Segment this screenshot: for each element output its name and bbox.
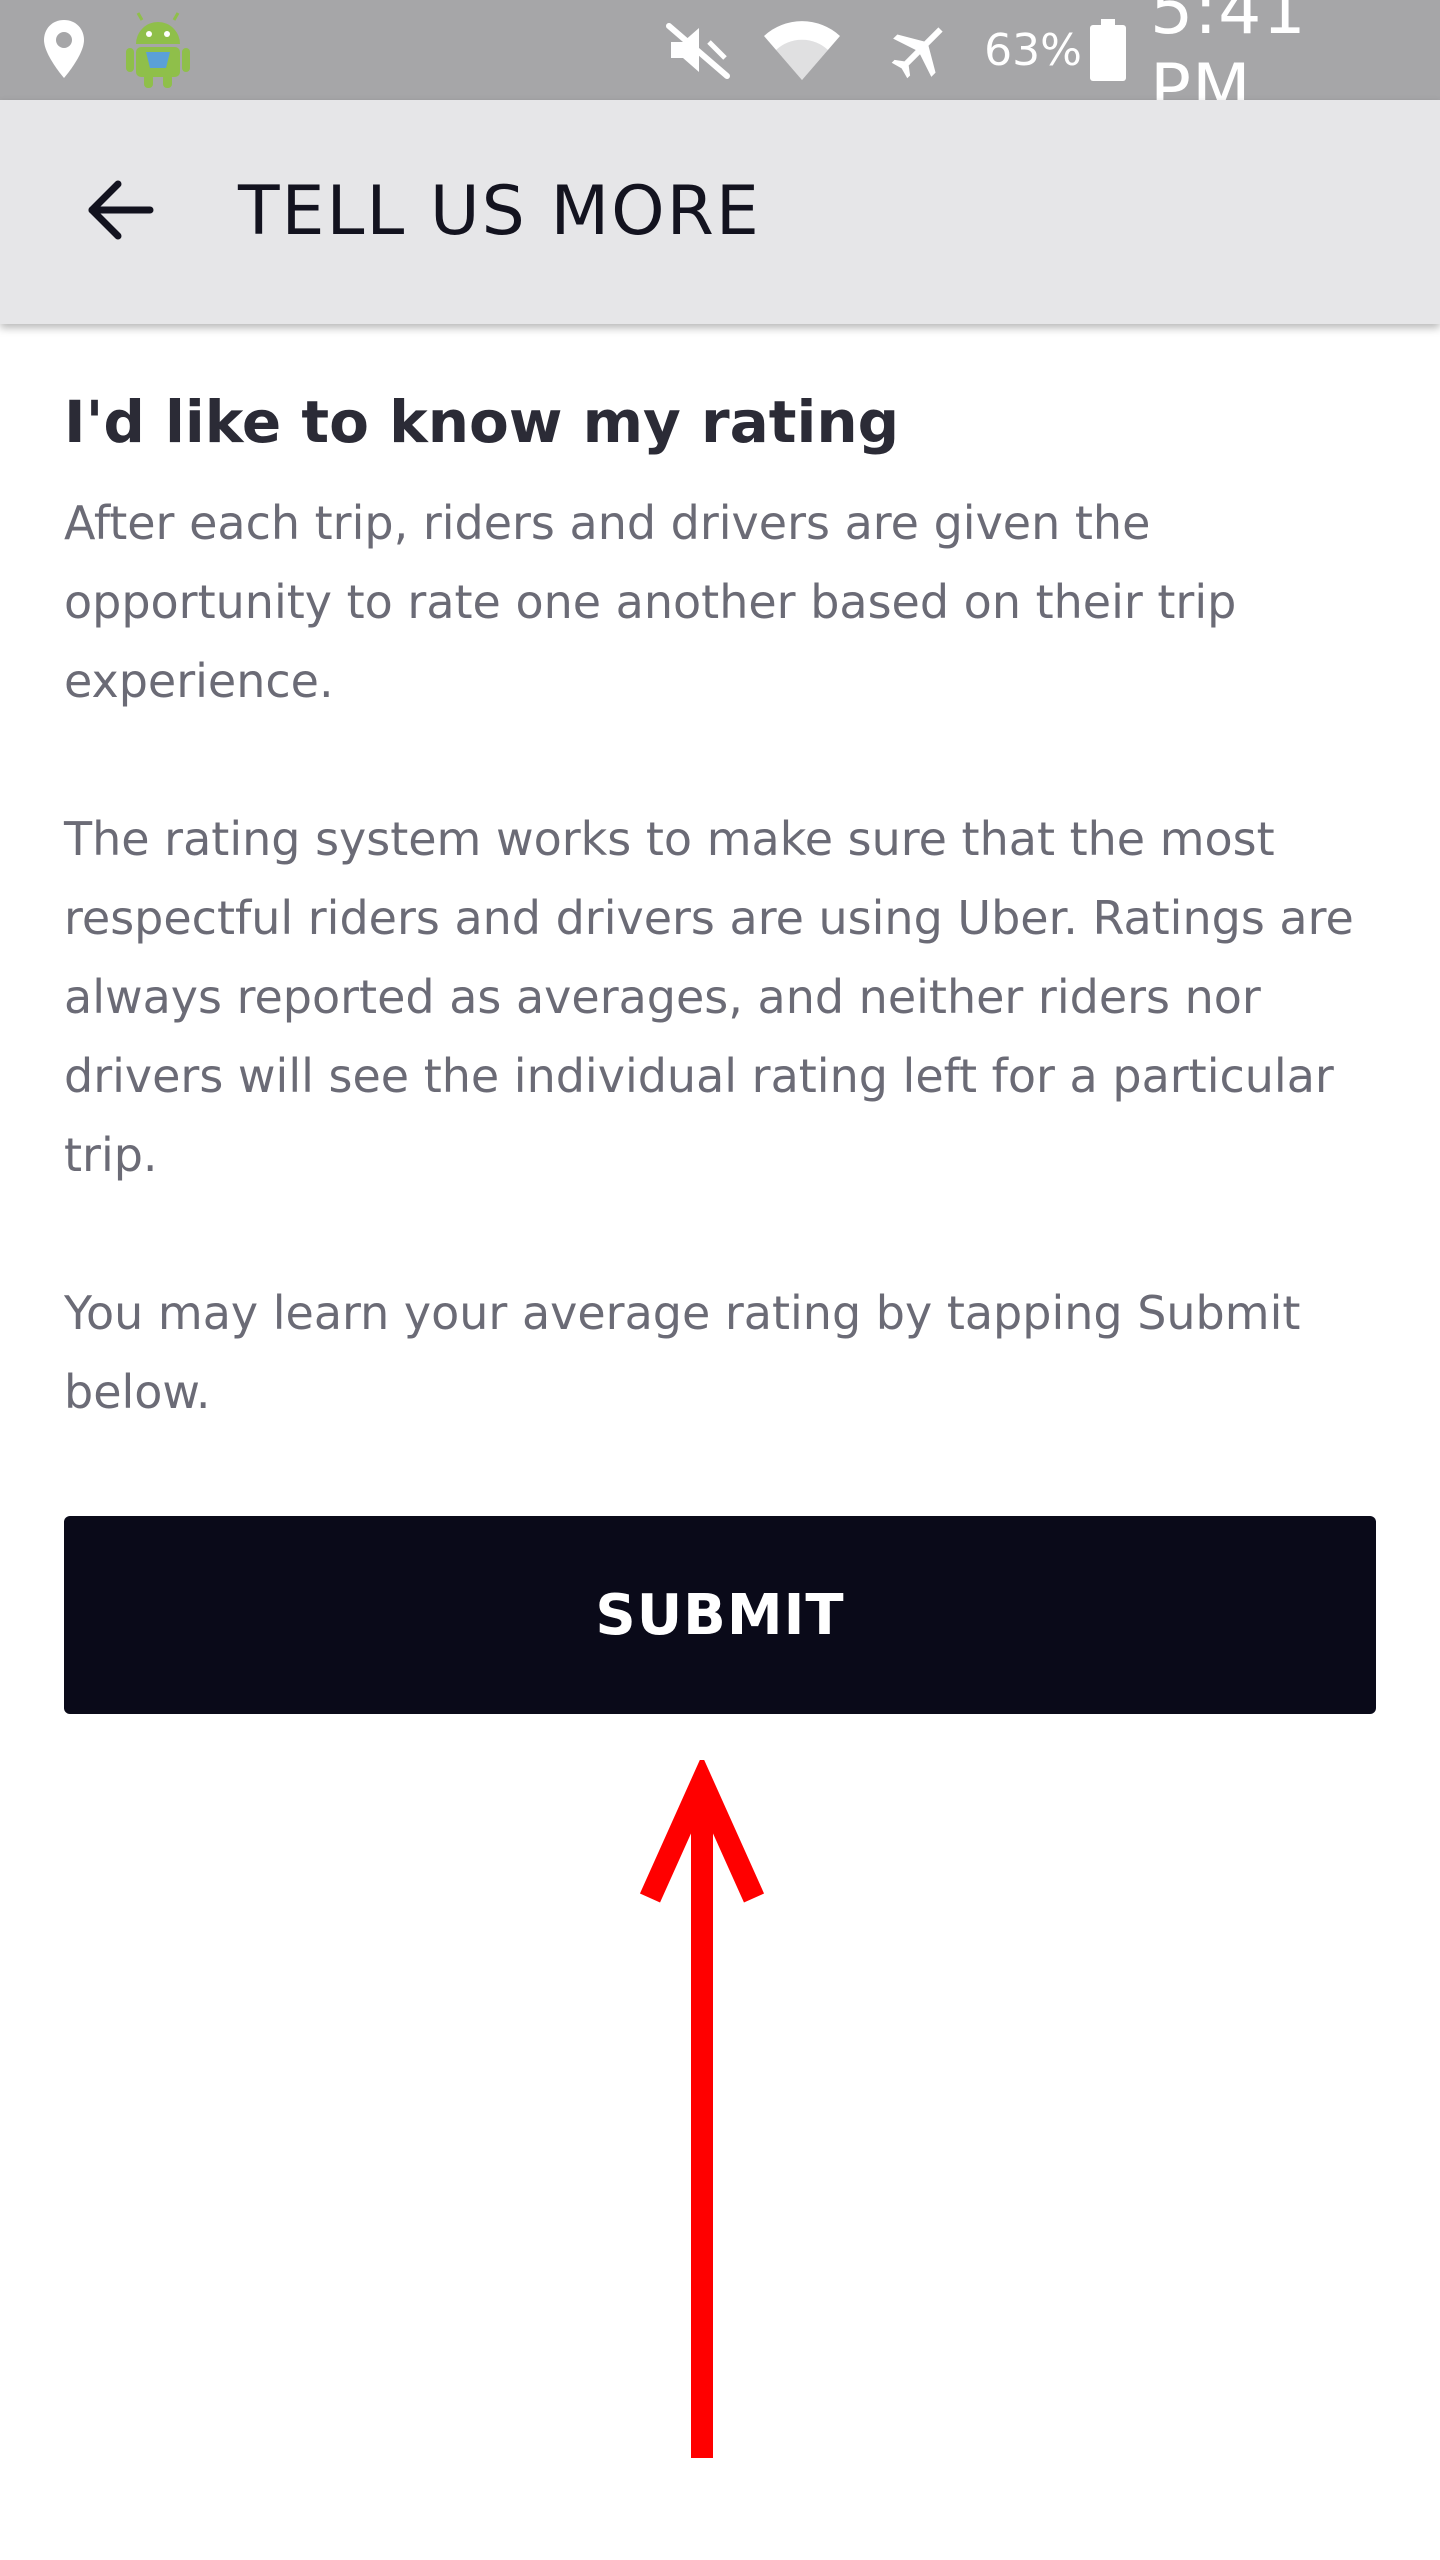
app-bar: TELL US MORE (0, 100, 1440, 324)
article-heading: I'd like to know my rating (64, 388, 900, 456)
submit-button[interactable]: SUBMIT (64, 1516, 1376, 1714)
clock: 5:41 PM (1150, 0, 1307, 129)
page-title: TELL US MORE (238, 172, 761, 251)
back-button[interactable] (60, 152, 180, 272)
arrow-left-icon (84, 178, 156, 246)
mute-icon (660, 0, 736, 100)
airplane-mode-icon (882, 0, 958, 100)
status-bar: 63% 5:41 PM (0, 0, 1440, 129)
help-article: I'd like to know my rating After each tr… (64, 372, 1384, 1432)
battery-icon (1084, 0, 1132, 100)
article-paragraph: After each trip, riders and drivers are … (64, 496, 1237, 708)
article-paragraph: The rating system works to make sure tha… (64, 812, 1354, 1182)
location-icon (32, 0, 96, 100)
arrow-up-icon (600, 1755, 810, 2460)
article-paragraph: You may learn your average rating by tap… (64, 1286, 1301, 1419)
battery-percent: 63% (984, 24, 1082, 76)
android-icon (118, 0, 198, 100)
wifi-icon (758, 0, 846, 100)
